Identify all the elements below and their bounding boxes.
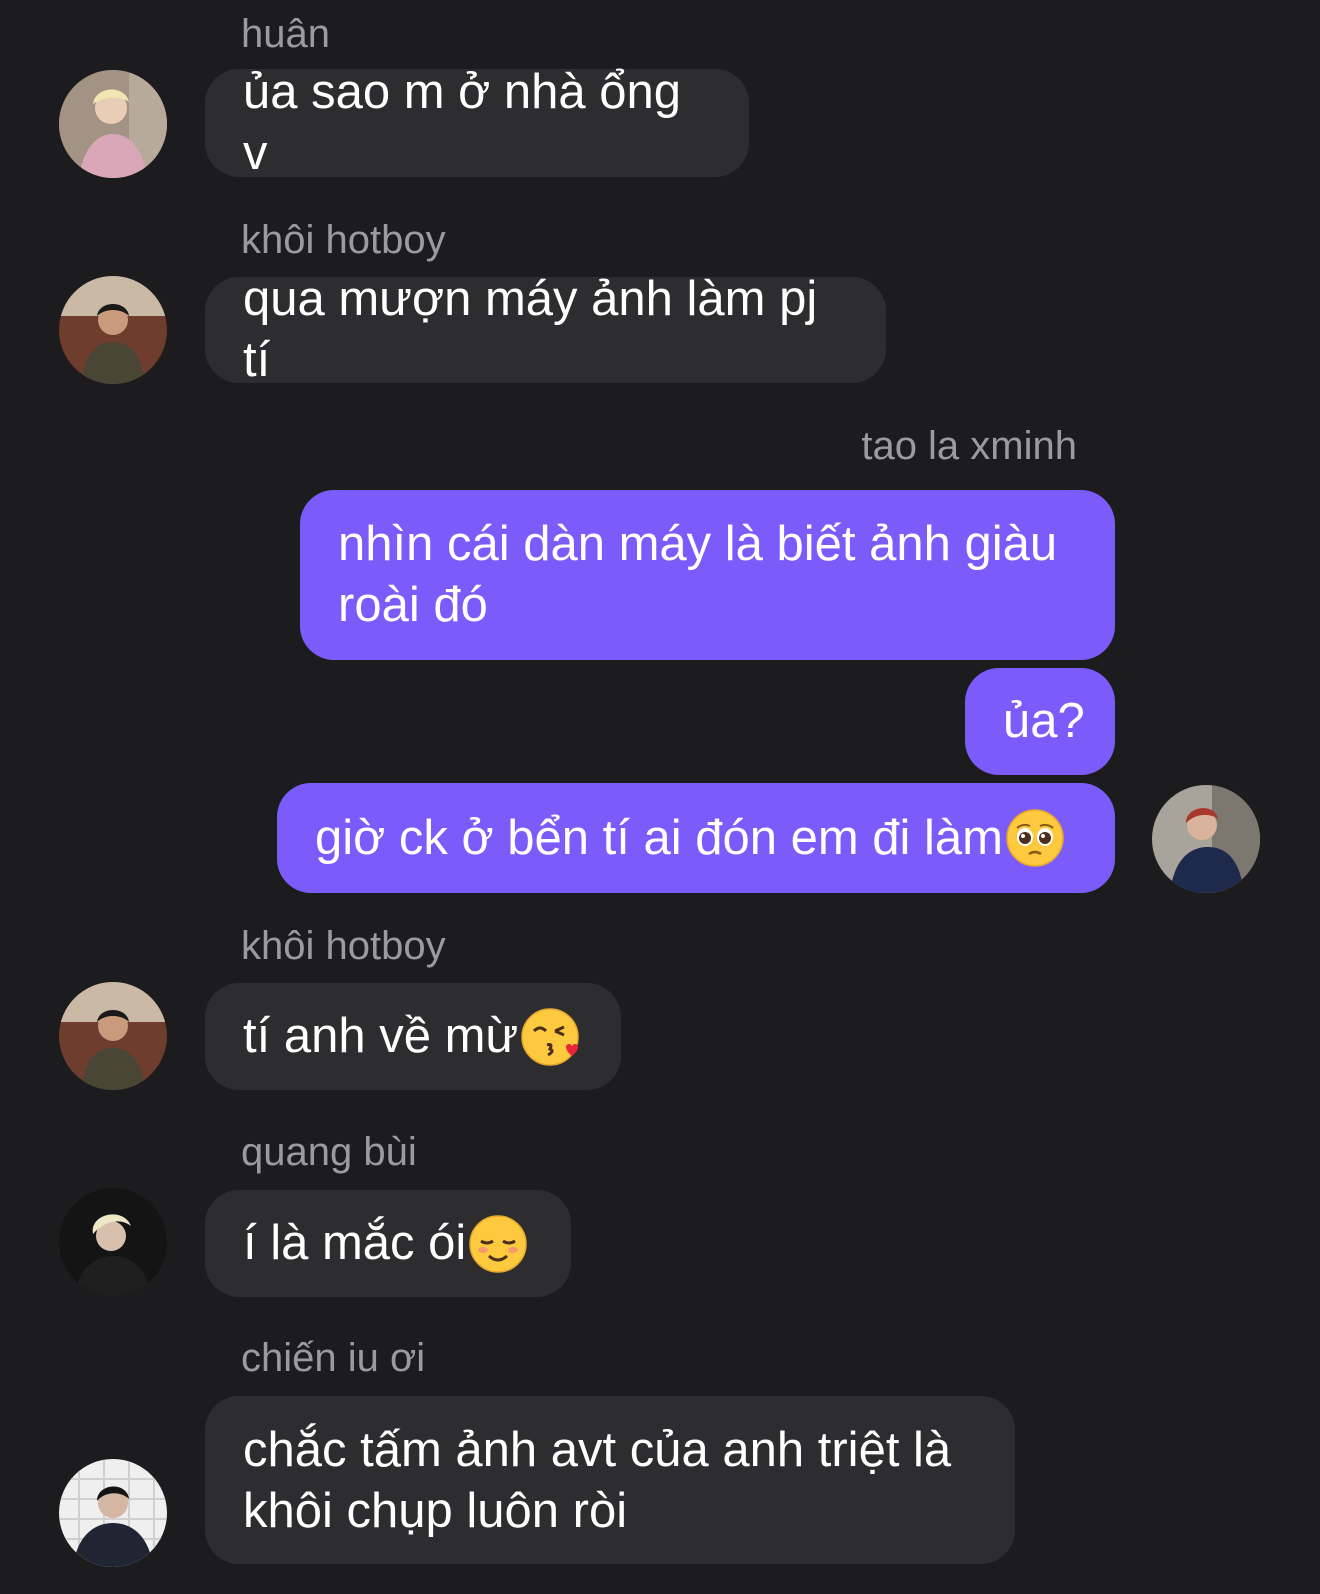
message-text: ủa sao m ở nhà ổng v — [243, 65, 682, 180]
sender-name: chiến iu ơi — [241, 1336, 426, 1380]
message-bubble[interactable]: chắc tấm ảnh avt của anh triệt là khôi c… — [205, 1396, 1015, 1564]
pleading-face-icon — [1006, 809, 1064, 867]
kissing-heart-face-icon — [521, 1007, 579, 1066]
avatar-xminh[interactable] — [1152, 785, 1260, 893]
outgoing-message-bubble[interactable]: nhìn cái dàn máy là biết ảnh giàu roài đ… — [300, 490, 1115, 660]
message-text: ủa? — [1003, 694, 1085, 748]
message-text: giờ ck ở bển tí ai đón em đi làm — [315, 810, 1003, 865]
avatar-khoi[interactable] — [59, 276, 167, 384]
message-text: qua mượn máy ảnh làm pj tí — [243, 272, 818, 387]
message-text: nhìn cái dàn máy là biết ảnh giàu roài đ… — [338, 517, 1058, 632]
message-text: í là mắc ói — [243, 1216, 467, 1270]
outgoing-message-bubble[interactable]: giờ ck ở bển tí ai đón em đi làm — [277, 783, 1115, 893]
chat-screen: huân ủa sao m ở nhà ổng v khôi hotboy qu… — [0, 0, 1320, 1594]
sender-name: tao la xminh — [861, 424, 1077, 468]
message-bubble[interactable]: qua mượn máy ảnh làm pj tí — [205, 272, 886, 387]
sender-name: khôi hotboy — [241, 218, 446, 262]
message-text: tí anh về mừ — [243, 1009, 519, 1063]
message-bubble[interactable]: ủa sao m ở nhà ổng v — [205, 65, 749, 180]
smiling-blushing-face-icon — [469, 1214, 528, 1273]
sender-name: quang bùi — [241, 1130, 417, 1174]
message-text: chắc tấm ảnh avt của anh triệt là khôi c… — [243, 1423, 952, 1538]
avatar-huan[interactable] — [59, 70, 167, 178]
message-bubble[interactable]: í là mắc ói — [205, 1190, 571, 1297]
avatar-quang[interactable] — [59, 1188, 167, 1296]
avatar-khoi[interactable] — [59, 982, 167, 1090]
sender-name: khôi hotboy — [241, 924, 446, 968]
message-bubble[interactable]: tí anh về mừ — [205, 983, 621, 1090]
avatar-chien[interactable] — [59, 1459, 167, 1567]
outgoing-message-bubble[interactable]: ủa? — [965, 668, 1115, 775]
sender-name: huân — [241, 12, 330, 56]
